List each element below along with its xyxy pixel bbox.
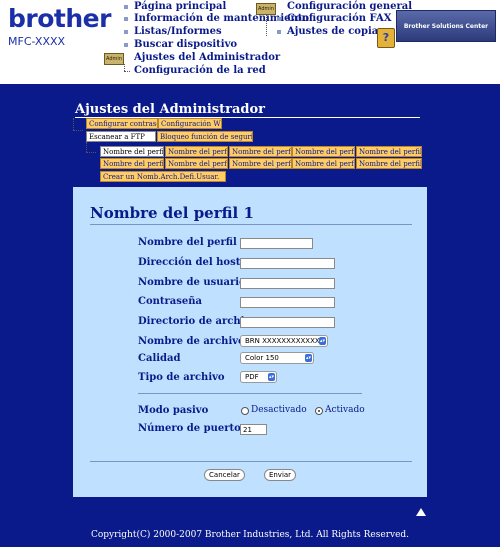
chevron-updown-icon: ▴▾ [305, 354, 312, 362]
nav-general-setup[interactable]: Configuración general [287, 1, 412, 12]
tree-line [73, 118, 74, 130]
label-host: Dirección del host [138, 257, 241, 268]
form-title: Nombre del perfil 1 [90, 204, 254, 222]
header: brother MFC-XXXX Página principal Inform… [0, 0, 500, 84]
tab-profile-2[interactable]: Nombre del perfil 2 [165, 146, 228, 157]
scroll-to-top-icon[interactable] [416, 508, 426, 516]
bullet-icon [277, 30, 281, 34]
label-username: Nombre de usuario [138, 277, 246, 288]
form-divider [90, 224, 412, 225]
tab-profile-7[interactable]: Nombre del perfil 7 [165, 158, 228, 169]
tab-profile-6[interactable]: Nombre del perfil 6 [100, 158, 164, 169]
quality-value: Color 150 [245, 354, 279, 362]
label-file-name: Nombre de archivo [138, 336, 245, 347]
passive-off-label: Desactivado [251, 405, 307, 415]
file-type-select[interactable]: PDF ▴▾ [240, 371, 277, 383]
tree-line [124, 64, 125, 71]
tree-line [124, 71, 130, 72]
quality-select[interactable]: Color 150 ▴▾ [240, 352, 314, 364]
label-port: Número de puerto [138, 423, 241, 434]
tab-web-config[interactable]: Configuración WEB [158, 118, 222, 129]
chevron-updown-icon: ▴▾ [268, 373, 275, 381]
tree-line [86, 152, 96, 153]
username-input[interactable] [240, 278, 335, 289]
label-file-type: Tipo de archivo [138, 372, 225, 383]
tree-line [266, 14, 267, 36]
nav-reports[interactable]: Listas/Informes [134, 26, 222, 37]
nav-find-device[interactable]: Buscar dispositivo [134, 39, 237, 50]
label-password: Contraseña [138, 296, 203, 307]
directory-input[interactable] [240, 317, 335, 328]
bullet-icon [124, 5, 128, 9]
solutions-center-icon[interactable]: ? [377, 28, 395, 48]
nav-copy-settings[interactable]: Ajustes de copia [287, 26, 378, 37]
label-profile-name: Nombre del perfil [138, 237, 237, 248]
copyright: Copyright(C) 2000-2007 Brother Industrie… [90, 530, 410, 540]
file-type-value: PDF [245, 373, 259, 381]
tab-scan-to-ftp[interactable]: Escanear a FTP [86, 131, 156, 142]
cancel-button[interactable]: Cancelar [204, 469, 245, 481]
solutions-center-link[interactable]: Brother Solutions Center [396, 10, 496, 42]
tab-create-user-filename[interactable]: Crear un Nomb.Arch.Defi.Usuar. [100, 171, 226, 182]
model-name: MFC-XXXX [8, 35, 66, 48]
host-address-input[interactable] [240, 258, 335, 269]
section-title: Ajustes del Administrador [75, 102, 265, 117]
bullet-icon [277, 17, 281, 21]
tab-profile-1[interactable]: Nombre del perfil 1 [100, 146, 164, 157]
passive-on-label: Activado [325, 405, 365, 415]
nav-maintenance[interactable]: Información de mantenimiento [134, 13, 309, 24]
submit-button[interactable]: Enviar [264, 469, 296, 481]
nav-admin-settings[interactable]: Ajustes del Administrador [134, 52, 280, 63]
passive-off-radio[interactable] [241, 407, 249, 415]
tab-profile-10[interactable]: Nombre del perfil 10 [356, 158, 422, 169]
tree-line [73, 130, 83, 131]
chevron-updown-icon: ▴▾ [319, 337, 326, 345]
nav-home[interactable]: Página principal [134, 1, 226, 12]
passive-on-radio[interactable] [315, 407, 323, 415]
profile-name-input[interactable] [240, 238, 313, 249]
admin-key-icon: Admin [104, 53, 124, 65]
tab-profile-4[interactable]: Nombre del perfil 4 [292, 146, 355, 157]
bullet-icon [124, 43, 128, 47]
tab-profile-3[interactable]: Nombre del perfil 3 [229, 146, 292, 157]
form-divider [138, 393, 362, 394]
bullet-icon [124, 30, 128, 34]
nav-fax-setup[interactable]: Configuración FAX [287, 13, 392, 24]
port-input[interactable] [240, 424, 267, 435]
label-passive-mode: Modo pasivo [138, 405, 209, 416]
form-divider [90, 461, 412, 462]
file-name-value: BRN XXXXXXXXXXXX [245, 337, 320, 345]
bullet-icon [124, 17, 128, 21]
tab-profile-9[interactable]: Nombre del perfil 9 [292, 158, 355, 169]
brother-logo: brother [8, 4, 111, 33]
tree-line [86, 142, 87, 152]
tab-profile-8[interactable]: Nombre del perfil 8 [229, 158, 292, 169]
tab-profile-5[interactable]: Nombre del perfil 5 [356, 146, 422, 157]
tab-set-password[interactable]: Configurar contraseña [86, 118, 158, 129]
password-input[interactable] [240, 297, 335, 308]
label-quality: Calidad [138, 353, 181, 364]
file-name-select[interactable]: BRN XXXXXXXXXXXX ▴▾ [240, 335, 328, 347]
tab-security-lock[interactable]: Bloqueo función de seguridad [157, 131, 253, 142]
nav-network-config[interactable]: Configuración de la red [134, 65, 266, 76]
